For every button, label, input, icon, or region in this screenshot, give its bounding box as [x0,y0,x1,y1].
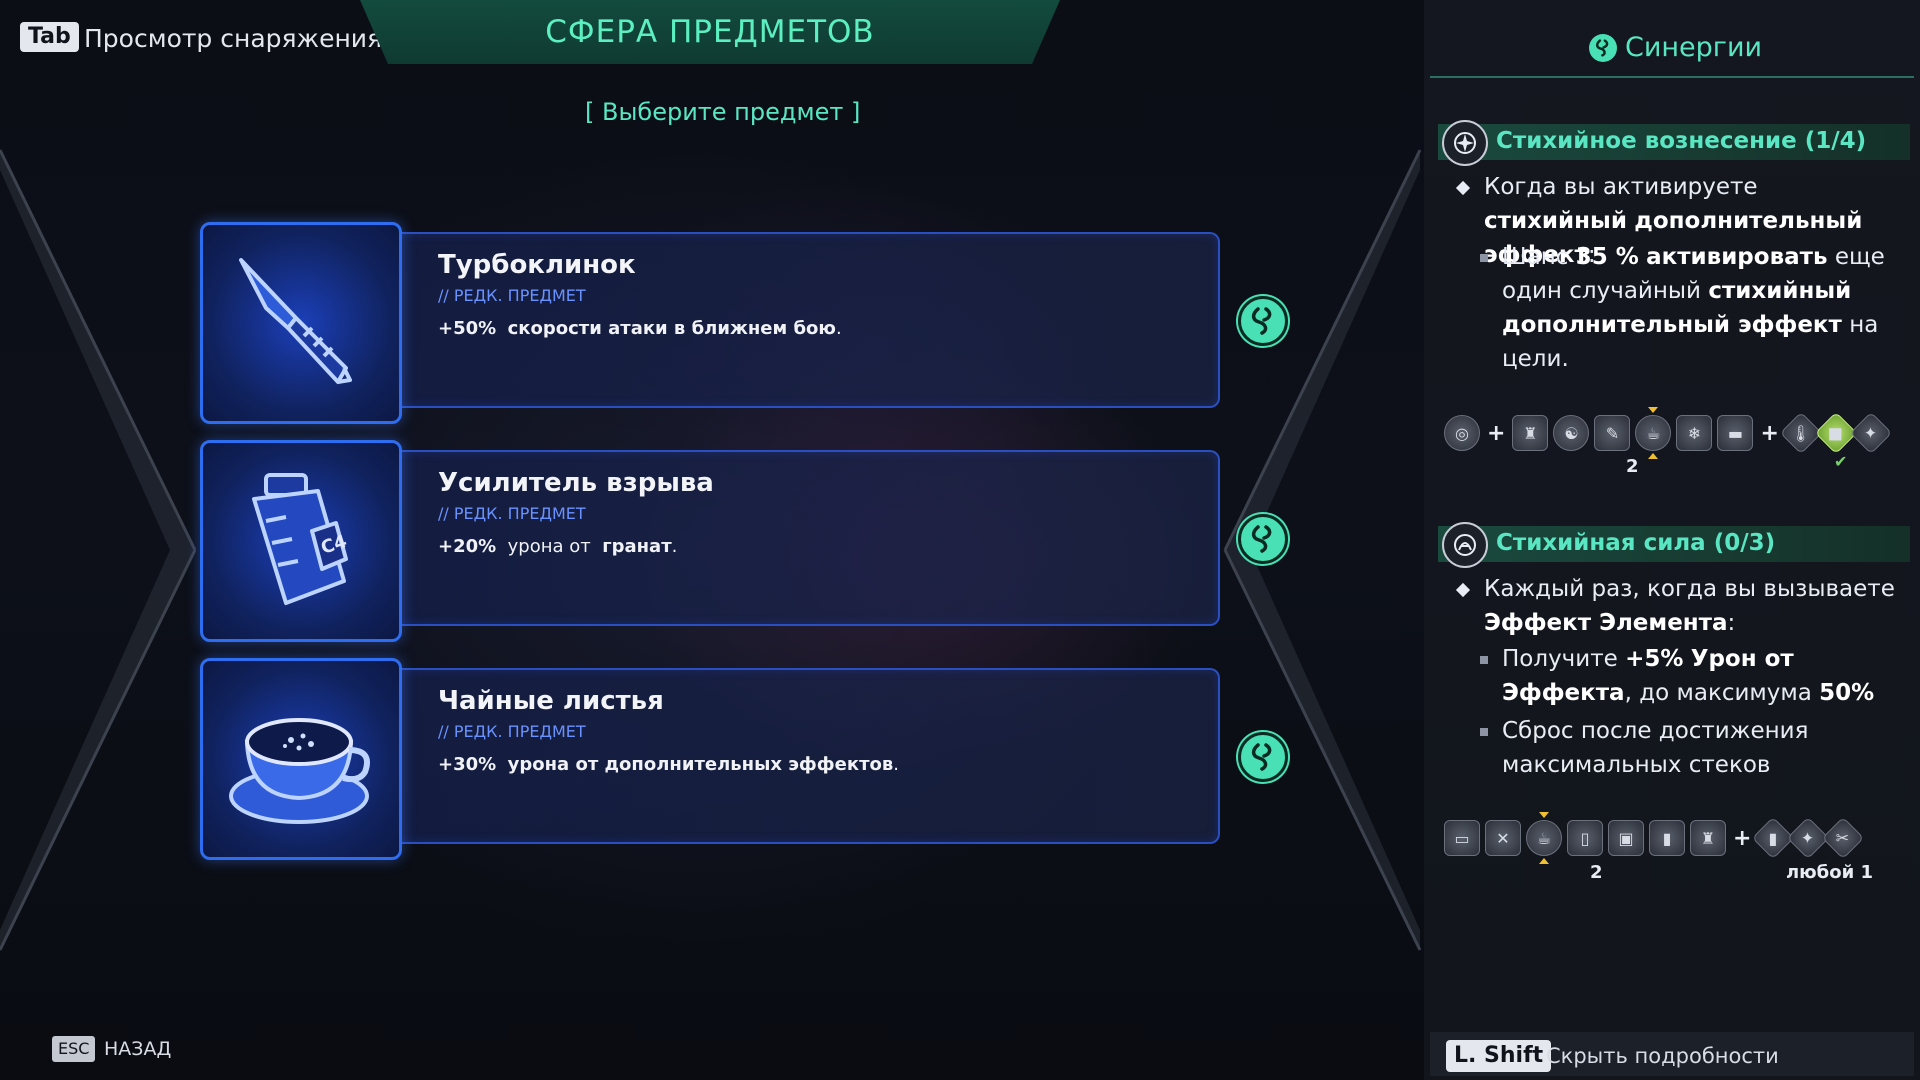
shift-key[interactable]: L. Shift [1446,1040,1552,1072]
bullet [1455,582,1471,598]
canister-icon: ▯ [1567,820,1603,856]
synergy-badge-icon [1238,732,1288,782]
item-count: 2 [1626,456,1639,477]
yin-yang-icon: ☯ [1553,415,1590,451]
item-count: 2 [1590,862,1603,883]
page-title-text: СФЕРА ПРЕДМЕТОВ [545,14,875,50]
synergy-name: Стихийная сила (0/3) [1496,530,1776,556]
synergy-badge-icon [1238,514,1288,564]
beetle-icon: ✦ [1849,411,1893,455]
synergy-items-row: ◎ + ♜ ☯ ✎ ☕ ❄ ▬ + 🌡 ■ ✦ [1444,407,1893,459]
bottle-icon: ♜ [1512,415,1549,451]
item-card-tea-leaves[interactable]: Чайные листья // РЕДК. ПРЕДМЕТ +30% урон… [200,658,1288,860]
cube-icon: ■ [1814,411,1858,455]
select-item-prompt: [ Выберите предмет ] [585,98,861,126]
bullet [1480,656,1488,664]
tab-key[interactable]: Tab [20,22,79,52]
elemental-ascension-emblem-icon [1442,120,1488,166]
snowflake-icon: ❄ [1676,415,1713,451]
synergy-effect: Шанс 35 % активировать еще один случайны… [1502,244,1885,372]
item-rarity: // РЕДК. ПРЕДМЕТ [438,286,586,305]
item-card-explosion-amplifier[interactable]: C4 Усилитель взрыва // РЕДК. ПРЕДМЕТ +20… [200,440,1288,642]
desc-value: +20% [438,536,497,557]
feather-icon: ✎ [1594,415,1631,451]
bottle-icon: ♜ [1690,820,1726,856]
desc-end: . [835,318,842,339]
synergy-badge-icon [1238,296,1288,346]
check-icon: ✔ [1834,452,1848,471]
desc-value: +50% [438,318,497,339]
bullet-icon: ▮ [1649,820,1685,856]
synergy-icon [1589,33,1617,62]
tea-cup-icon: ☕ [1526,812,1562,864]
synergy-effect: Сброс после достижения максимальных стек… [1502,718,1809,778]
desc-value: +30% [438,754,497,775]
desc-text: урона от дополнительных эффектов [507,754,894,775]
item-description: +50% скорости атаки в ближнем бою. [438,318,842,339]
thermometer-icon: 🌡 [1779,411,1823,455]
hide-details-label[interactable]: Скрыть подробности [1546,1044,1779,1068]
tape-icon: ▬ [1717,415,1754,451]
item-card-turboblade[interactable]: Турбоклинок // РЕДК. ПРЕДМЕТ +50% скорос… [200,222,1288,424]
bullet [1480,728,1488,736]
bullet [1480,254,1488,262]
item-description: +30% урона от дополнительных эффектов. [438,754,899,775]
header-divider [1430,76,1914,78]
synergies-panel: Синергии Стихийное вознесение (1/4) Когд… [1424,0,1920,1080]
back-label[interactable]: НАЗАД [104,1038,171,1060]
crossed-swords-icon: ✕ [1485,820,1521,856]
synergy-items-row: ▭ ✕ ☕ ▯ ▣ ▮ ♜ + ▮ ✦ ✂ [1444,812,1865,864]
c4-canister-icon: C4 [200,440,402,642]
item-name: Чайные листья [438,686,664,716]
desc-end: . [671,536,678,557]
desc-text: урона от [507,536,591,557]
item-name: Турбоклинок [438,250,636,280]
knife-icon [200,222,402,424]
box-icon: ▣ [1608,820,1644,856]
plus-icon: + [1760,420,1779,446]
elemental-power-emblem-icon [1442,522,1488,568]
tea-cup-icon: ☕ [1635,407,1672,459]
item-description: +20% урона от гранат. [438,536,677,557]
synergy-name: Стихийное вознесение (1/4) [1496,128,1867,154]
desc-bold: гранат [602,536,672,557]
gear-disc-icon: ◎ [1444,415,1480,451]
item-rarity: // РЕДК. ПРЕДМЕТ [438,504,586,523]
tea-cup-icon [200,658,402,860]
any-one-label: любой 1 [1786,862,1874,883]
synergies-title: Синергии [1625,32,1763,63]
bullet [1455,180,1471,196]
synergies-header: Синергии [1589,32,1762,63]
esc-key[interactable]: ESC [52,1036,96,1062]
battery-icon: ▭ [1444,820,1480,856]
synergy-trigger: Каждый раз, когда вы вызываете Эффект Эл… [1484,576,1895,636]
plus-icon: + [1487,420,1506,446]
desc-text: скорости атаки в ближнем бою [507,318,836,339]
plus-icon: + [1733,825,1752,851]
item-name: Усилитель взрыва [438,468,714,498]
desc-end: . [893,754,899,775]
page-title: СФЕРА ПРЕДМЕТОВ [360,0,1060,64]
synergy-effect: Получите +5% Урон от Эффекта, до максиму… [1502,646,1875,706]
item-rarity: // РЕДК. ПРЕДМЕТ [438,722,586,741]
equipment-view-label[interactable]: Просмотр снаряжения [84,24,382,53]
wrench-icon: ✂ [1822,816,1865,860]
